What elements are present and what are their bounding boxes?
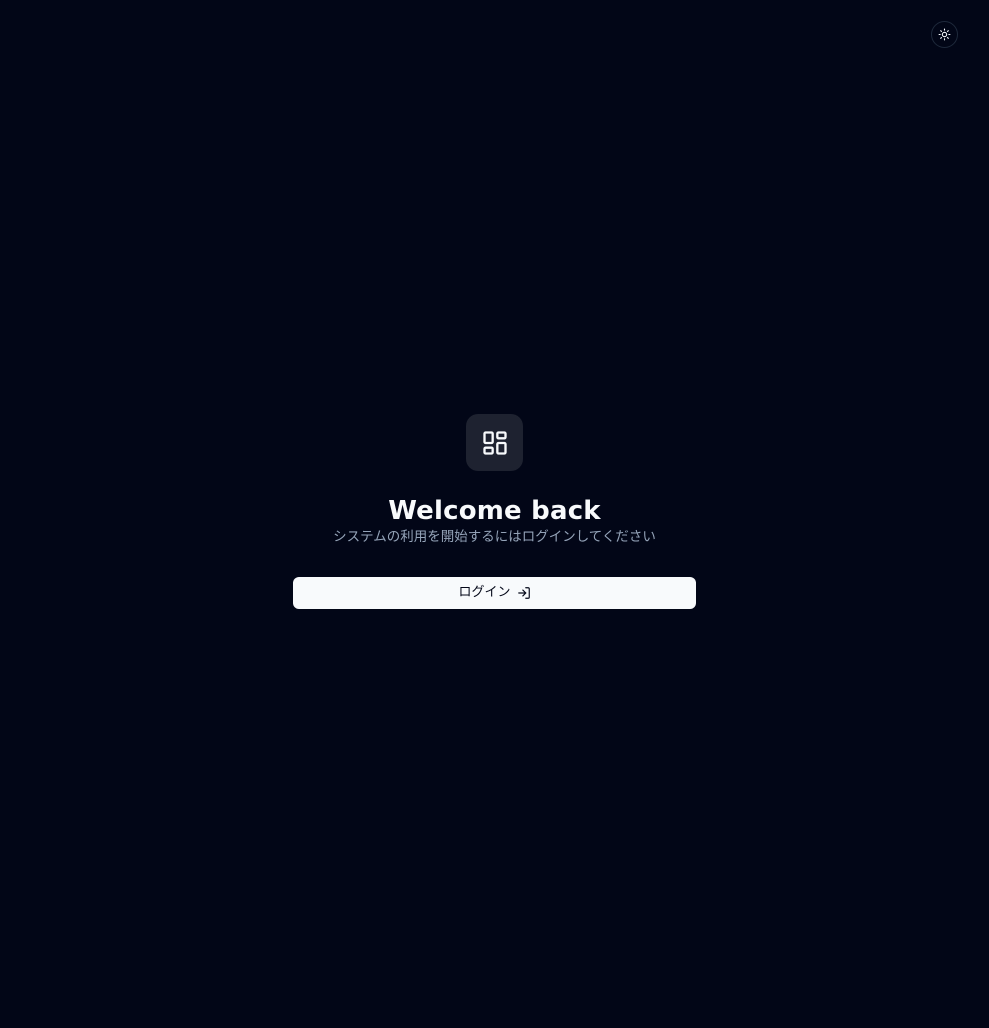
layout-dashboard-icon (481, 429, 509, 457)
sun-icon (938, 28, 951, 41)
login-button[interactable]: ログイン (293, 577, 696, 609)
login-button-label: ログイン (458, 585, 511, 600)
page-subtitle: システムの利用を開始するにはログインしてください (333, 529, 656, 545)
page-title: Welcome back (388, 496, 601, 526)
login-panel: Welcome back システムの利用を開始するにはログインしてください ログ… (293, 414, 696, 609)
app-logo (466, 414, 523, 471)
log-in-icon (517, 586, 531, 600)
theme-toggle-button[interactable] (931, 21, 958, 48)
